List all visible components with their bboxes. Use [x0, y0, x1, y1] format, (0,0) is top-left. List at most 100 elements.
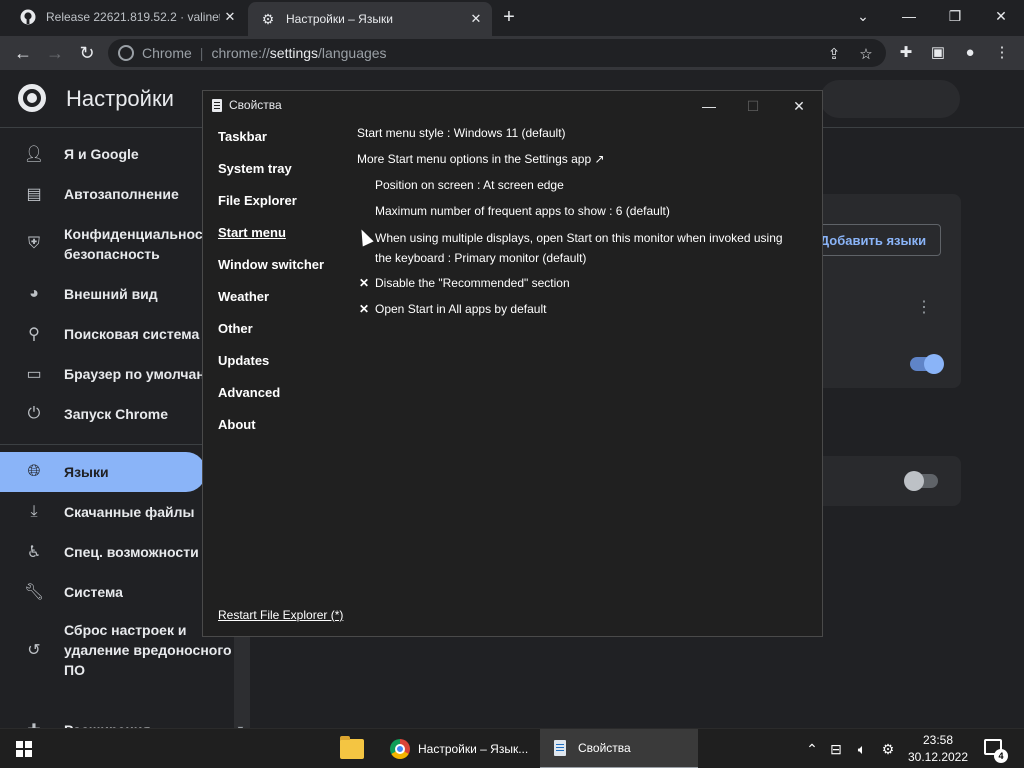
spellcheck-toggle[interactable]: [904, 471, 938, 491]
tab-settings-languages[interactable]: ⚙ Настройки – Языки ✕: [248, 2, 492, 36]
minimize-icon[interactable]: —: [689, 94, 729, 118]
clock-date: 30.12.2022: [907, 750, 969, 764]
gear-icon: ⚙: [261, 10, 275, 27]
back-arrow-icon[interactable]: ←: [10, 40, 36, 66]
restore-icon[interactable]: ❐: [932, 0, 978, 32]
file-explorer-icon[interactable]: [340, 736, 364, 759]
open-all-apps-option[interactable]: Open Start in All apps by default: [375, 298, 546, 320]
shield-icon: ⛨: [27, 235, 40, 252]
chevron-down-icon[interactable]: ⌄: [840, 0, 886, 32]
nav-updates[interactable]: Updates: [218, 353, 348, 368]
maximize-icon: ☐: [746, 97, 760, 114]
taskbar-chrome-button[interactable]: Настройки – Язык...: [384, 729, 534, 768]
nav-start-menu[interactable]: Start menu: [218, 225, 348, 240]
menu-kebab-icon[interactable]: ⋮: [992, 43, 1012, 63]
properties-icon: [212, 99, 222, 112]
extensions-puzzle-icon[interactable]: ✚: [896, 43, 916, 63]
properties-dialog: Свойства — ☐ ✕ Taskbar System tray File …: [202, 90, 823, 637]
globe-icon: 🌐︎: [27, 463, 41, 480]
network-icon[interactable]: ⊟: [826, 739, 846, 759]
properties-icon: [554, 740, 566, 756]
nav-window-switcher[interactable]: Window switcher: [218, 257, 348, 272]
restart-explorer-link[interactable]: Restart File Explorer (*): [218, 608, 343, 622]
chrome-site-icon: [118, 45, 134, 61]
nav-taskbar[interactable]: Taskbar: [218, 129, 348, 144]
tab-title: Настройки – Языки: [286, 12, 393, 26]
separator: |: [199, 45, 204, 61]
chevron-up-icon[interactable]: ⌃: [802, 739, 822, 759]
volume-icon[interactable]: 🔈︎: [852, 739, 872, 759]
taskbar-properties-label: Свойства: [578, 741, 631, 755]
taskbar-chrome-label: Настройки – Язык...: [418, 742, 529, 756]
nav-about[interactable]: About: [218, 417, 348, 432]
sidebar-item-languages[interactable]: 🌐︎ Языки: [0, 452, 206, 492]
sidebar-item-default-browser[interactable]: ▭ Браузер по умолчанию: [0, 362, 225, 386]
sidebar-item-reset[interactable]: ↺ Сброс настроек и удаление вредоносного…: [0, 620, 231, 682]
taskbar-properties-button[interactable]: Свойства: [540, 729, 698, 768]
nav-system-tray[interactable]: System tray: [218, 161, 348, 176]
share-icon[interactable]: ⇪: [824, 45, 844, 65]
star-icon[interactable]: ☆: [856, 45, 876, 65]
clipboard-icon: ▤: [26, 186, 42, 203]
github-icon: [20, 9, 36, 25]
settings-gear-icon[interactable]: ⚙: [878, 739, 898, 759]
accessibility-icon: ♿︎: [26, 544, 42, 561]
windows-taskbar: Настройки – Язык... Свойства ⌃ ⊟ 🔈︎ ⚙ 23…: [0, 728, 1024, 768]
restore-icon: ↺: [27, 642, 41, 659]
url-text: chrome://settings/languages: [211, 45, 387, 61]
sidebar-item-autofill[interactable]: ▤ Автозаполнение: [0, 182, 206, 206]
nav-other[interactable]: Other: [218, 321, 348, 336]
nav-weather[interactable]: Weather: [218, 289, 348, 304]
checked-x-icon: ✕: [359, 302, 370, 316]
checked-x-icon: ✕: [359, 276, 370, 290]
more-start-options-link[interactable]: More Start menu options in the Settings …: [357, 148, 605, 170]
nav-file-explorer[interactable]: File Explorer: [218, 193, 348, 208]
sidebar-item-search-engine[interactable]: ⚲ Поисковая система: [0, 322, 206, 346]
tab-strip: Release 22621.819.52.2 · valinet/E ✕ ⚙ Н…: [0, 0, 1024, 36]
address-bar[interactable]: Chrome | chrome://settings/languages ⇪ ☆: [108, 39, 886, 67]
sidebar-item-system[interactable]: 🔧︎ Система: [0, 580, 206, 604]
sidebar-item-on-startup[interactable]: ⏻ Запуск Chrome: [0, 402, 206, 426]
chrome-icon: [390, 739, 410, 759]
sidebar-divider: [0, 444, 206, 445]
start-menu-style-option[interactable]: Start menu style : Windows 11 (default): [357, 122, 566, 144]
new-tab-button[interactable]: +: [498, 6, 520, 28]
download-icon: ⤓: [30, 503, 38, 520]
sidebar-item-appearance[interactable]: ◕ Внешний вид: [0, 282, 206, 306]
power-icon: ⏻: [27, 405, 41, 422]
wrench-icon: 🔧︎: [23, 584, 45, 601]
position-on-screen-option[interactable]: Position on screen : At screen edge: [375, 174, 564, 196]
nav-advanced[interactable]: Advanced: [218, 385, 348, 400]
profile-icon[interactable]: ●: [960, 43, 980, 63]
side-panel-icon[interactable]: ▣: [928, 43, 948, 63]
toggle-knob: [924, 354, 944, 374]
close-icon[interactable]: ✕: [779, 94, 819, 118]
minimize-icon[interactable]: —: [886, 0, 932, 32]
tab-title: Release 22621.819.52.2 · valinet/E: [46, 10, 220, 24]
taskbar-clock[interactable]: 23:58 30.12.2022: [906, 732, 970, 766]
more-options-icon[interactable]: ⋮: [916, 298, 932, 318]
chrome-logo-icon: [18, 84, 46, 112]
offer-translate-toggle[interactable]: [910, 354, 944, 374]
close-icon[interactable]: ✕: [220, 9, 240, 25]
sidebar-item-privacy[interactable]: ⛨ Конфиденциальность и безопасность: [0, 224, 231, 264]
sidebar-item-accessibility[interactable]: ♿︎ Спец. возможности: [0, 540, 206, 564]
dialog-titlebar[interactable]: Свойства — ☐ ✕: [203, 91, 822, 121]
disable-recommended-option[interactable]: Disable the "Recommended" section: [375, 272, 570, 294]
settings-search-input[interactable]: [820, 80, 960, 118]
search-icon: ⚲: [28, 326, 40, 343]
browser-icon: ▭: [26, 366, 42, 383]
add-languages-button[interactable]: Добавить языки: [805, 224, 941, 256]
toggle-knob: [904, 471, 924, 491]
sidebar-item-you-and-google[interactable]: 👤︎ Я и Google: [0, 142, 206, 166]
close-window-icon[interactable]: ✕: [978, 0, 1024, 32]
tab-github-release[interactable]: Release 22621.819.52.2 · valinet/E ✕: [8, 0, 246, 34]
forward-arrow-icon[interactable]: →: [42, 40, 68, 66]
page-title: Настройки: [66, 86, 174, 111]
multi-display-option[interactable]: When using multiple displays, open Start…: [375, 228, 795, 268]
reload-icon[interactable]: ↻: [74, 40, 100, 66]
close-icon[interactable]: ✕: [466, 11, 486, 27]
windows-start-icon[interactable]: [16, 741, 32, 757]
sidebar-item-downloads[interactable]: ⤓ Скачанные файлы: [0, 500, 206, 524]
max-frequent-apps-option[interactable]: Maximum number of frequent apps to show …: [375, 200, 670, 222]
